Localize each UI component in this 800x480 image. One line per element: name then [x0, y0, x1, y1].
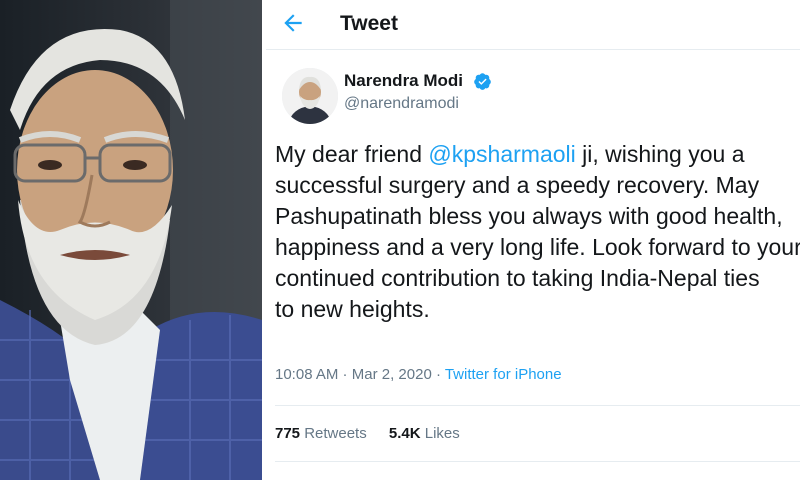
likes-label: Likes	[420, 425, 460, 442]
tweet-line: to new heights.	[275, 296, 430, 322]
author-handle[interactable]: @narendramodi	[344, 95, 459, 113]
divider	[275, 405, 800, 406]
tweet-date[interactable]: Mar 2, 2020	[352, 366, 432, 383]
retweets-label: Retweets	[300, 425, 367, 442]
meta-separator: ·	[338, 366, 352, 383]
likes-count: 5.4K	[388, 425, 421, 442]
likes-stat[interactable]: 5.4K Likes	[389, 425, 460, 442]
tweet-line: happiness and a very long life. Look for…	[275, 234, 800, 260]
retweets-stat[interactable]: 775 Retweets	[275, 425, 367, 442]
tweet-meta: 10:08 AM · Mar 2, 2020 · Twitter for iPh…	[275, 366, 562, 383]
page-title: Tweet	[340, 12, 398, 35]
tweet-line: Pashupatinath bless you always with good…	[275, 203, 783, 229]
avatar-portrait-icon	[282, 68, 338, 124]
mention-link[interactable]: @kpsharmaoli	[428, 141, 575, 167]
meta-separator: ·	[431, 366, 445, 383]
tweet-text-segment: My dear friend	[275, 141, 429, 167]
tweet-body: My dear friend @kpsharmaoli ji, wishing …	[275, 139, 800, 325]
verified-badge-icon	[473, 72, 492, 91]
author-display-name[interactable]: Narendra Modi	[344, 71, 463, 91]
tweet-line: continued contribution to taking India-N…	[275, 265, 760, 291]
divider	[275, 461, 800, 462]
tweet-line: My dear friend @kpsharmaoli ji, wishing …	[275, 139, 800, 170]
retweets-count: 775	[275, 425, 301, 442]
tweet-time[interactable]: 10:08 AM	[275, 366, 338, 383]
tweet-text-segment: ji, wishing you a	[575, 141, 745, 167]
news-photo	[0, 0, 262, 480]
tweet-header: Tweet	[266, 0, 800, 50]
tweet-stats: 775 Retweets 5.4K Likes	[275, 425, 478, 442]
arrow-left-icon[interactable]	[280, 10, 306, 36]
avatar[interactable]	[282, 68, 338, 124]
tweet-source-link[interactable]: Twitter for iPhone	[445, 366, 562, 383]
tweet-panel: Tweet Narendra Modi @narendramodi My dea…	[266, 0, 800, 480]
portrait-illustration	[0, 0, 262, 480]
tweet-line: successful surgery and a speedy recovery…	[275, 172, 760, 198]
